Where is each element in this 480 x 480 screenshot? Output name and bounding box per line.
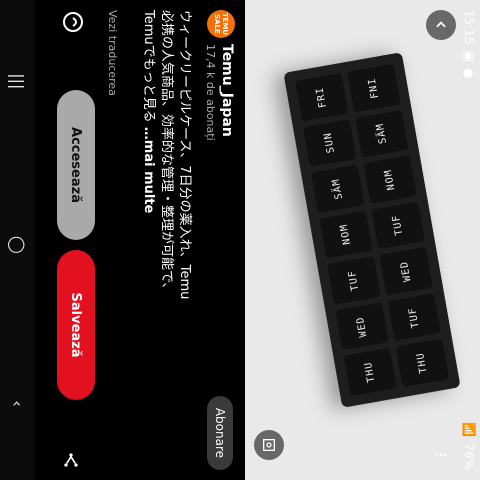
description: ウィークリーピルケース、7日分の薬入れ、Temu 必携の人気商品、効率的な管理・… (139, 10, 193, 450)
pill-compartment: FRI (294, 72, 349, 122)
back-button[interactable] (426, 10, 456, 40)
compartment-label: TUF (407, 305, 422, 329)
chevron-left-icon (436, 21, 446, 28)
product-image: FNI SÄM NOM TUF WED TUF THU FRI SUN SÄM NOM TUF WED T… (245, 0, 480, 480)
rotated-screen: FNI SÄM NOM TUF WED TUF THU FRI SUN SÄM NOM TUF WED T… (0, 0, 480, 480)
translate-link[interactable]: Vezi traducerea (106, 10, 119, 96)
compartment-label: SÄM (374, 122, 390, 145)
pill-compartment: SUN (303, 118, 357, 167)
lens-icon (263, 439, 275, 451)
action-buttons: Accesează Salvează (55, 0, 95, 480)
compartment-label: WED (354, 314, 370, 338)
compartment-label: FRI (314, 85, 329, 109)
lens-button[interactable] (254, 430, 284, 460)
compartment-label: THU (415, 351, 430, 375)
pill-compartment: NOM (319, 210, 373, 259)
channel-subscribers: 17,4 k de abonați (204, 44, 217, 141)
pill-organizer-image: FNI SÄM NOM TUF WED TUF THU FRI SUN SÄM NOM TUF WED T… (283, 52, 461, 408)
settings-dot-icon: ● (462, 67, 476, 79)
pill-compartment: TUF (387, 293, 441, 342)
compartment-label: THU (362, 360, 378, 384)
pill-compartment: WED (335, 302, 389, 351)
pill-compartment: WED (379, 247, 433, 296)
status-right: 📶 76% (462, 422, 476, 470)
save-button[interactable]: Salvează (57, 250, 95, 400)
status-time: 15:15 (462, 10, 476, 45)
stage: FNI SÄM NOM TUF WED TUF THU FRI SUN SÄM NOM TUF WED T… (0, 0, 480, 480)
pill-compartment: NOM (363, 155, 417, 204)
pill-compartment: TUF (371, 201, 425, 250)
pill-compartment: THU (343, 348, 397, 397)
pill-compartment: SÄM (311, 164, 365, 213)
pill-compartment: THU (395, 338, 450, 388)
battery-text: 76% (462, 443, 476, 470)
compartment-label: WED (398, 259, 414, 283)
more-button[interactable] (426, 440, 456, 470)
recents-icon[interactable]: ||| (8, 73, 27, 89)
compartment-label: NOM (338, 223, 354, 246)
compartment-label: SUN (322, 131, 337, 155)
status-left: 15:15 ▣ ● (462, 10, 476, 78)
more-vertical-icon (435, 453, 447, 457)
badge-text: TEMU SALE (213, 12, 229, 36)
gallery-icon: ▣ (462, 50, 476, 62)
description-line-2: 必携の人気商品、効率的な管理・整理が可能で、 (159, 10, 174, 296)
access-button[interactable]: Accesează (57, 90, 95, 240)
pill-compartment: TUF (327, 256, 381, 305)
subscribe-button[interactable]: Abonare (207, 395, 233, 470)
system-navbar: ||| ◯ ‹ (0, 0, 35, 480)
pill-compartment: FNI (347, 63, 401, 112)
channel-name: Temu_Japan (219, 44, 235, 137)
compartment-label: NOM (382, 168, 398, 191)
channel-info[interactable]: Temu_Japan 17,4 k de abonați (204, 44, 235, 141)
back-icon[interactable]: ‹ (8, 400, 27, 406)
pill-compartment: SÄM (355, 109, 409, 158)
pill-grid: FNI SÄM NOM TUF WED TUF THU FRI SUN SÄM NOM TUF WED T… (294, 63, 450, 397)
show-more-link[interactable]: …mai multe (141, 127, 156, 214)
status-bar: 15:15 ▣ ● 📶 76% (458, 0, 480, 480)
compartment-label: TUF (390, 214, 406, 237)
description-line-1: ウィークリーピルケース、7日分の薬入れ、Temu (177, 10, 192, 300)
wifi-icon: 📶 (462, 422, 476, 438)
channel-badge[interactable]: TEMU SALE (207, 10, 235, 38)
compartment-label: TUF (346, 269, 362, 292)
compartment-label: SÄM (330, 177, 346, 201)
compartment-label: FNI (366, 76, 382, 100)
home-icon[interactable]: ◯ (8, 236, 27, 254)
description-tail: Temuでもっと見る (141, 10, 156, 123)
